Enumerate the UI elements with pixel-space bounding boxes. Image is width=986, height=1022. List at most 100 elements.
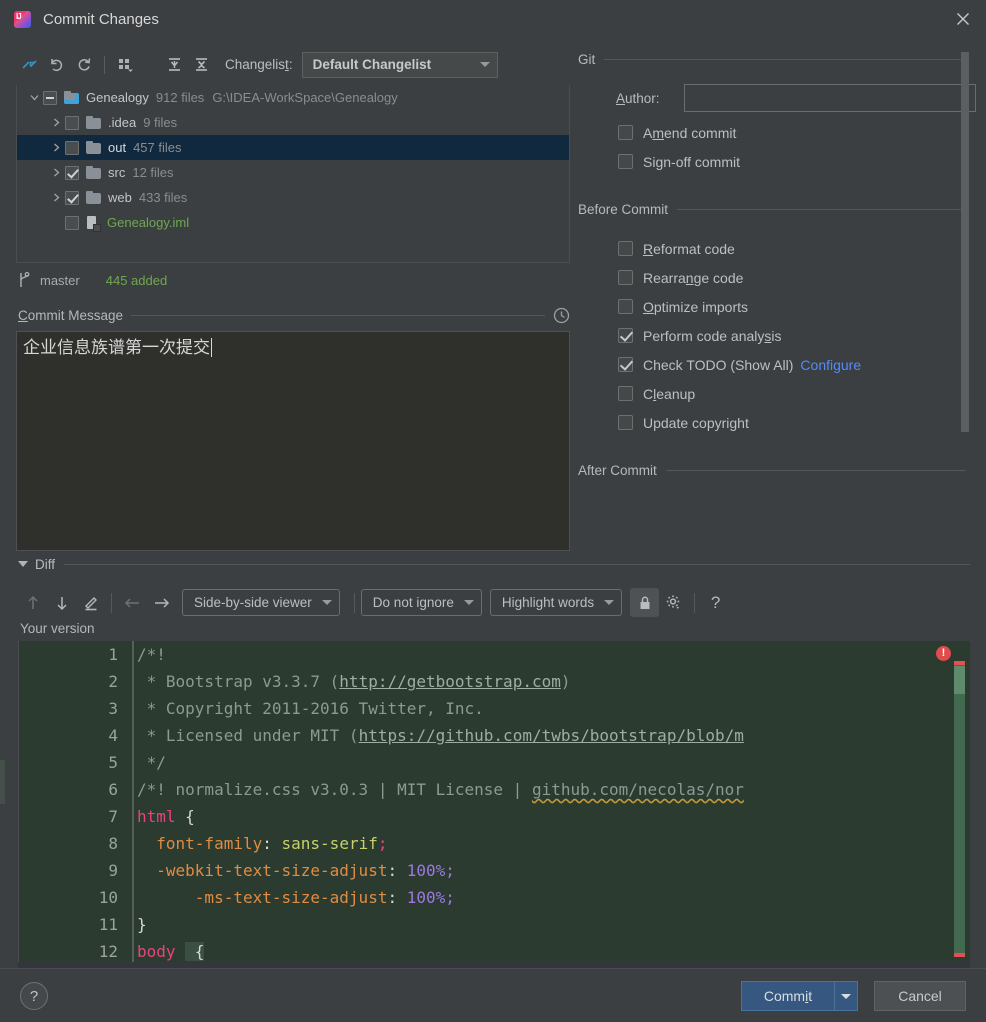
gutter-separator — [132, 641, 134, 965]
diff-section-header[interactable]: Diff — [18, 553, 970, 575]
reformat-code-row[interactable]: Reformat code — [578, 234, 978, 263]
gear-icon[interactable] — [659, 588, 688, 617]
pencil-icon[interactable] — [76, 588, 105, 617]
update-copyright-label: Update copyright — [643, 414, 749, 431]
changelist-dropdown[interactable]: Default Changelist — [301, 51, 498, 78]
tree-row[interactable]: out 457 files — [17, 135, 569, 160]
clock-history-icon[interactable] — [553, 307, 570, 324]
intellij-idea-icon — [14, 10, 31, 28]
arrow-up-icon[interactable] — [18, 588, 47, 617]
tree-checkbox[interactable] — [65, 165, 79, 180]
rearrange-code-checkbox[interactable] — [618, 270, 633, 285]
editor-code[interactable]: /*! * Bootstrap v3.3.7 (http://getbootst… — [137, 641, 970, 965]
tree-checkbox[interactable] — [65, 115, 79, 130]
tree-row[interactable]: Genealogy.iml — [17, 210, 569, 235]
code-line: } — [137, 915, 147, 934]
triangle-down-icon[interactable] — [18, 561, 28, 567]
editor-scrollbar[interactable] — [954, 661, 965, 957]
tree-checkbox[interactable] — [43, 90, 57, 105]
tree-checkbox[interactable] — [65, 140, 79, 155]
changes-tree[interactable]: Genealogy 912 files G:\IDEA-WorkSpace\Ge… — [16, 85, 570, 263]
viewer-mode-dropdown[interactable]: Side-by-side viewer — [182, 589, 340, 616]
line-number: 8 — [108, 834, 118, 853]
close-icon[interactable] — [940, 0, 986, 38]
chevron-right-icon[interactable] — [47, 168, 65, 177]
code-line: * Copyright 2011-2016 Twitter, Inc. — [137, 699, 484, 718]
tree-node-label: .idea — [108, 115, 137, 130]
arrow-left-icon[interactable] — [118, 588, 147, 617]
show-diff-icon[interactable] — [16, 51, 43, 78]
tree-row[interactable]: web 433 files — [17, 185, 569, 210]
commit-button[interactable]: Comm i t — [741, 981, 834, 1011]
configure-todo-link[interactable]: Configure — [800, 357, 861, 373]
toolbar-separator — [104, 55, 105, 74]
commit-dropdown-button[interactable] — [834, 981, 858, 1011]
reformat-code-label: Reformat code — [643, 240, 735, 257]
lock-icon[interactable] — [630, 588, 660, 617]
group-by-icon[interactable] — [112, 51, 139, 78]
help-button[interactable]: ? — [20, 982, 48, 1010]
expand-all-icon[interactable] — [161, 51, 188, 78]
reformat-code-checkbox[interactable] — [618, 241, 633, 256]
cleanup-checkbox[interactable] — [618, 386, 633, 401]
arrow-right-icon[interactable] — [147, 588, 176, 617]
chevron-down-icon — [841, 993, 851, 999]
code-link[interactable]: http://getbootstrap.com — [339, 672, 561, 691]
optimize-imports-row[interactable]: Optimize imports — [578, 292, 978, 321]
author-field[interactable] — [684, 84, 976, 112]
diff-editor[interactable]: 1 2 3 4 5 6 7 8 9 10 11 12 /*! * Bootstr… — [18, 641, 970, 965]
optimize-imports-checkbox[interactable] — [618, 299, 633, 314]
divider — [665, 469, 966, 471]
amend-commit-checkbox[interactable] — [618, 125, 633, 140]
commit-message-text: 企业信息族谱第一次提交 — [23, 338, 212, 358]
error-badge[interactable]: ! — [936, 646, 951, 661]
scrollbar-error-marker[interactable] — [954, 953, 965, 957]
viewer-mode-value: Side-by-side viewer — [194, 595, 312, 610]
cancel-button[interactable]: Cancel — [874, 981, 966, 1011]
perform-code-analysis-checkbox[interactable] — [618, 328, 633, 343]
check-todo-checkbox[interactable] — [618, 357, 633, 372]
author-row: Author: — [616, 84, 978, 112]
refresh-icon[interactable] — [70, 51, 97, 78]
perform-code-analysis-row[interactable]: Perform code analysis — [578, 321, 978, 350]
update-copyright-checkbox[interactable] — [618, 415, 633, 430]
ignore-mode-dropdown[interactable]: Do not ignore — [360, 589, 482, 616]
highlight-mode-dropdown[interactable]: Highlight words — [489, 589, 623, 616]
title-bar: Commit Changes — [0, 0, 986, 38]
line-number: 3 — [108, 699, 118, 718]
amend-commit-row[interactable]: Amend commit — [578, 118, 978, 147]
chevron-right-icon[interactable] — [47, 118, 65, 127]
sign-off-commit-row[interactable]: Sign-off commit — [578, 147, 978, 176]
options-scrollbar-thumb[interactable] — [961, 52, 969, 432]
check-todo-row[interactable]: Check TODO (Show All) Configure — [578, 350, 978, 379]
revert-icon[interactable] — [43, 51, 70, 78]
tree-row[interactable]: src 12 files — [17, 160, 569, 185]
tree-row[interactable]: Genealogy 912 files G:\IDEA-WorkSpace\Ge… — [17, 85, 569, 110]
chevron-right-icon[interactable] — [47, 193, 65, 202]
chevron-right-icon[interactable] — [47, 143, 65, 152]
arrow-down-icon[interactable] — [47, 588, 76, 617]
tree-node-label: Genealogy — [86, 90, 149, 105]
rearrange-code-row[interactable]: Rearrange code — [578, 263, 978, 292]
line-number: 12 — [98, 942, 118, 961]
chevron-down-icon[interactable] — [25, 93, 43, 102]
changelist-label: Changelist: — [225, 57, 293, 72]
collapse-all-icon[interactable] — [188, 51, 215, 78]
code-link[interactable]: https://github.com/twbs/bootstrap/blob/m — [359, 726, 744, 745]
code-line: * Licensed under MIT (https://github.com… — [137, 726, 744, 745]
editor-scrollbar-thumb[interactable] — [954, 661, 965, 957]
tree-row[interactable]: .idea 9 files — [17, 110, 569, 135]
sign-off-commit-checkbox[interactable] — [618, 154, 633, 169]
scrollbar-change-marker — [954, 666, 965, 694]
tree-checkbox[interactable] — [65, 215, 79, 230]
question-mark-icon[interactable]: ? — [701, 588, 730, 617]
cleanup-row[interactable]: Cleanup — [578, 379, 978, 408]
commit-message-input[interactable]: 企业信息族谱第一次提交 — [16, 331, 570, 551]
toolbar-separator — [111, 592, 112, 613]
folder-modified-icon — [64, 91, 79, 104]
update-copyright-row[interactable]: Update copyright — [578, 408, 978, 437]
tree-checkbox[interactable] — [65, 190, 79, 205]
code-line: /*! — [137, 645, 166, 664]
options-scrollbar[interactable] — [961, 48, 969, 553]
scrollbar-error-marker[interactable] — [954, 661, 965, 665]
